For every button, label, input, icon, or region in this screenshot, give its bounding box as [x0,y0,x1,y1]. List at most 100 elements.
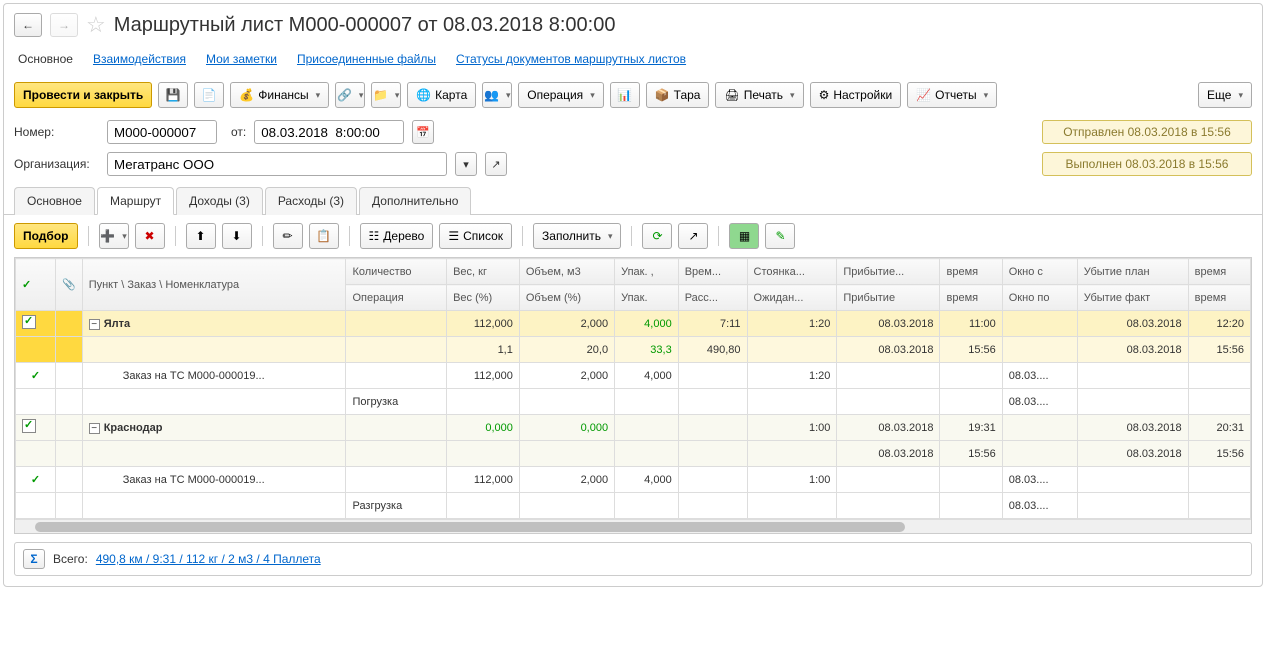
col-window[interactable]: Окно с [1002,259,1077,285]
table-row[interactable]: 1,1 20,0 33,3 490,80 08.03.2018 15:56 08… [16,337,1251,363]
nav-main[interactable]: Основное [18,52,73,66]
table-row[interactable]: ✓ Заказ на ТС М000-000019... 112,000 2,0… [16,467,1251,493]
nav-notes[interactable]: Мои заметки [206,52,277,66]
nav-interactions[interactable]: Взаимодействия [93,52,186,66]
edit-button[interactable]: ✏ [273,223,303,249]
tab-expense[interactable]: Расходы (3) [265,187,357,215]
col-arrtime[interactable]: время [940,259,1002,285]
chart-button[interactable]: 📊 [610,82,640,108]
fill-button[interactable]: Заполнить [533,223,621,249]
route-grid[interactable]: ✓ 📎 Пункт \ Заказ \ Номенклатура Количес… [14,257,1252,534]
people-button[interactable]: 👥 [482,82,512,108]
col-op[interactable]: Операция [346,285,447,311]
table-row[interactable]: Разгрузка 08.03.... [16,493,1251,519]
action1-button[interactable]: 🔗 [335,82,365,108]
collapse-icon[interactable]: − [89,423,100,434]
refresh-button[interactable]: ⟳ [642,223,672,249]
tab-additional[interactable]: Дополнительно [359,187,471,215]
col-departure[interactable]: Убытие план [1077,259,1188,285]
table-row[interactable]: 08.03.2018 15:56 08.03.2018 15:56 [16,441,1251,467]
col-dist[interactable]: Расс... [678,285,747,311]
col-packp[interactable]: Упак. [615,285,679,311]
grid-button[interactable]: ▦ [729,223,759,249]
clip-icon: 📎 [62,279,76,291]
add-button[interactable]: ➕ [99,223,129,249]
moveup-button[interactable]: ⬆ [186,223,216,249]
forward-button[interactable]: → [50,13,78,37]
col-volume[interactable]: Объем, м3 [519,259,614,285]
tab-main[interactable]: Основное [14,187,95,215]
row-checkbox[interactable] [22,315,36,329]
col-dep2[interactable]: Убытие факт [1077,285,1188,311]
calendar-button[interactable]: 📅 [412,120,434,144]
save-button[interactable]: 💾 [158,82,188,108]
refresh-icon: ⟳ [652,229,662,243]
col-qty[interactable]: Количество [346,259,447,285]
delete-button[interactable]: ✖ [135,223,165,249]
total-label: Всего: [53,552,88,566]
org-open-button[interactable]: ↗ [485,152,507,176]
tab-income[interactable]: Доходы (3) [176,187,263,215]
map-button[interactable]: 🌐Карта [407,82,476,108]
col-time[interactable]: Врем... [678,259,747,285]
document-icon: 📄 [202,88,217,102]
settings-button[interactable]: ⚙Настройки [810,82,902,108]
table-row[interactable]: Погрузка 08.03.... [16,389,1251,415]
copy-button[interactable]: 📋 [309,223,339,249]
col-win2[interactable]: Окно по [1002,285,1077,311]
list-icon: ☰ [448,229,459,243]
org-input[interactable] [107,152,447,176]
col-stop[interactable]: Стоянка... [747,259,837,285]
table-row[interactable]: −Ялта 112,000 2,000 4,000 7:11 1:20 08.0… [16,311,1251,337]
horizontal-scrollbar[interactable] [15,519,1251,533]
col-arrt2[interactable]: время [940,285,1002,311]
export-button[interactable]: ↗ [678,223,708,249]
number-input[interactable] [107,120,217,144]
col-arrival[interactable]: Прибытие... [837,259,940,285]
tree-view-button[interactable]: ☷ Дерево [360,223,434,249]
collapse-icon[interactable]: − [89,319,100,330]
post-close-button[interactable]: Провести и закрыть [14,82,152,108]
sigma-icon[interactable]: Σ [23,549,45,569]
col-arr2[interactable]: Прибытие [837,285,940,311]
operation-button[interactable]: Операция [518,82,603,108]
nav-files[interactable]: Присоединенные файлы [297,52,436,66]
action2-button[interactable]: 📁 [371,82,401,108]
print-button[interactable]: 🖨Печать [715,82,803,108]
tab-route[interactable]: Маршрут [97,187,174,215]
chart-icon: 📊 [617,88,632,102]
date-input[interactable] [254,120,404,144]
col-check[interactable]: ✓ [16,259,56,311]
row-checkbox[interactable] [22,419,36,433]
col-wait[interactable]: Ожидан... [747,285,837,311]
col-weight[interactable]: Вес, кг [447,259,520,285]
tabs: Основное Маршрут Доходы (3) Расходы (3) … [4,186,1262,215]
table-row[interactable]: ✓ Заказ на ТС М000-000019... 112,000 2,0… [16,363,1251,389]
post-button[interactable]: 📄 [194,82,224,108]
select-button[interactable]: Подбор [14,223,78,249]
list-view-button[interactable]: ☰ Список [439,223,512,249]
edit2-button[interactable]: ✎ [765,223,795,249]
col-dept2[interactable]: время [1188,285,1250,311]
col-deptime[interactable]: время [1188,259,1250,285]
back-button[interactable]: ← [14,13,42,37]
finance-button[interactable]: 💰Финансы [230,82,329,108]
nav-statuses[interactable]: Статусы документов маршрутных листов [456,52,686,66]
favorite-star-icon[interactable]: ☆ [86,12,106,38]
pencil-icon: ✏ [282,229,292,243]
tara-button[interactable]: 📦Тара [646,82,710,108]
summary-link[interactable]: 490,8 км / 9:31 / 112 кг / 2 м3 / 4 Палл… [96,552,321,566]
reports-button[interactable]: 📈Отчеты [907,82,997,108]
col-point[interactable]: Пункт \ Заказ \ Номенклатура [82,259,346,311]
table-row[interactable]: −Краснодар 0,000 0,000 1:00 08.03.2018 1… [16,415,1251,441]
movedown-button[interactable]: ⬇ [222,223,252,249]
col-pack[interactable]: Упак. , [615,259,679,285]
col-volp[interactable]: Объем (%) [519,285,614,311]
col-wtp[interactable]: Вес (%) [447,285,520,311]
pencil2-icon: ✎ [775,229,785,243]
more-button[interactable]: Еще [1198,82,1252,108]
page-title: Маршрутный лист М000-000007 от 08.03.201… [114,14,616,37]
org-dropdown-button[interactable]: ▾ [455,152,477,176]
col-attach[interactable]: 📎 [56,259,83,311]
people-icon: 👥 [484,88,499,102]
